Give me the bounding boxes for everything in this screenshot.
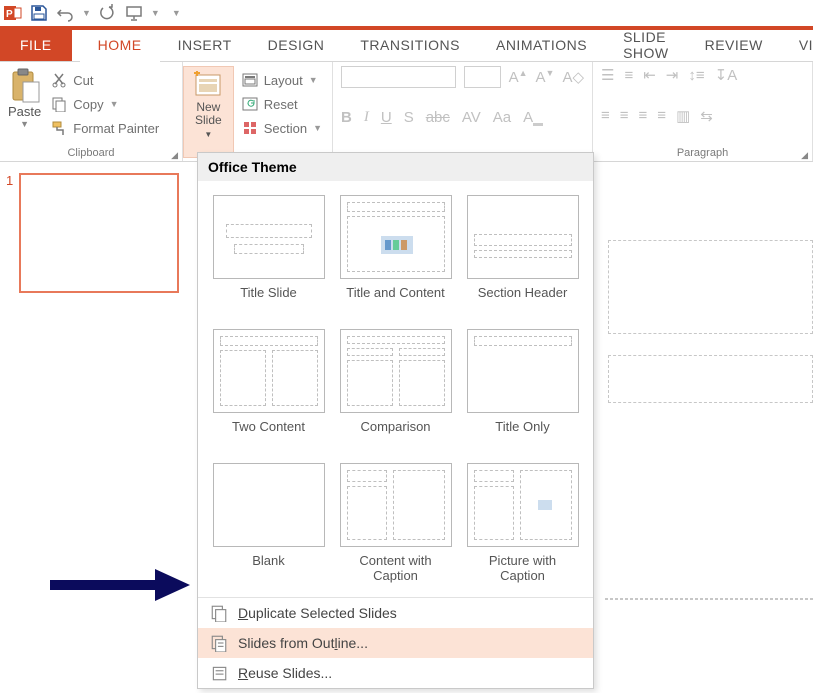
dropdown-header: Office Theme bbox=[198, 153, 593, 181]
tab-file[interactable]: FILE bbox=[0, 29, 72, 61]
duplicate-icon bbox=[210, 604, 228, 622]
copy-label: Copy bbox=[73, 97, 103, 112]
inc-indent-icon[interactable]: ⇥ bbox=[666, 66, 679, 84]
app-icon: P bbox=[4, 4, 22, 22]
group-slides: New Slide ▼ Layout▼ Reset Section▼ bbox=[183, 62, 333, 161]
group-paragraph: ☰ ≡ ⇤ ⇥ ↕≡ ↧A ≡ ≡ ≡ ≡ ▥ ⇆ Paragraph◢ bbox=[593, 62, 813, 161]
shrink-font-icon[interactable]: A▼ bbox=[536, 68, 555, 86]
shadow-button[interactable]: S bbox=[404, 109, 414, 126]
redo-icon[interactable] bbox=[99, 4, 117, 22]
slide-title-placeholder[interactable] bbox=[608, 240, 813, 334]
ribbon-tabs: FILE HOME INSERT DESIGN TRANSITIONS ANIM… bbox=[0, 30, 813, 62]
layout-gallery: Title Slide Title and Content Section He… bbox=[198, 181, 593, 597]
tab-view[interactable]: VIEW bbox=[781, 29, 813, 61]
layout-content-caption[interactable]: Content with Caption bbox=[339, 463, 452, 583]
section-label: Section bbox=[264, 121, 307, 136]
strike-button[interactable]: abc bbox=[426, 109, 450, 126]
spacing-button[interactable]: AV bbox=[462, 109, 481, 126]
new-slide-label: New Slide ▼ bbox=[190, 101, 227, 141]
slide-subtitle-placeholder[interactable] bbox=[608, 355, 813, 403]
paste-label: Paste bbox=[8, 104, 41, 119]
tab-home[interactable]: HOME bbox=[80, 29, 160, 61]
format-painter-button[interactable]: Format Painter bbox=[47, 116, 163, 140]
layout-label: Layout bbox=[264, 73, 303, 88]
layout-button[interactable]: Layout▼ bbox=[238, 68, 326, 92]
cut-label: Cut bbox=[73, 73, 93, 88]
ribbon: Paste ▼ Cut Copy ▼ Format Painter C bbox=[0, 62, 813, 162]
slides-from-outline-item[interactable]: Slides from Outline... bbox=[198, 628, 593, 658]
slide-bottom-edge bbox=[605, 598, 813, 600]
clear-format-icon[interactable]: A◇ bbox=[562, 68, 584, 86]
layout-two-content[interactable]: Two Content bbox=[212, 329, 325, 449]
thumb-preview[interactable] bbox=[19, 173, 179, 293]
reset-label: Reset bbox=[264, 97, 298, 112]
case-button[interactable]: Aa bbox=[493, 109, 511, 126]
tab-review[interactable]: REVIEW bbox=[687, 29, 781, 61]
new-slide-button[interactable]: New Slide ▼ bbox=[183, 66, 234, 158]
launcher-icon[interactable]: ◢ bbox=[801, 150, 808, 161]
outline-icon bbox=[210, 634, 228, 652]
layout-title-content[interactable]: Title and Content bbox=[339, 195, 452, 315]
tab-animations[interactable]: ANIMATIONS bbox=[478, 29, 605, 61]
save-icon[interactable] bbox=[30, 4, 48, 22]
font-name-combo[interactable] bbox=[341, 66, 456, 88]
new-slide-dropdown: Office Theme Title Slide Title and Conte… bbox=[197, 152, 594, 689]
text-direction-icon[interactable]: ↧A bbox=[715, 66, 738, 84]
thumb-number: 1 bbox=[6, 173, 13, 293]
undo-icon[interactable] bbox=[56, 4, 74, 22]
reset-button[interactable]: Reset bbox=[238, 92, 326, 116]
undo-dropdown-icon[interactable]: ▼ bbox=[82, 8, 91, 18]
numbering-icon[interactable]: ≡ bbox=[624, 67, 633, 84]
paragraph-group-label: Paragraph◢ bbox=[601, 147, 804, 161]
layout-title-slide[interactable]: Title Slide bbox=[212, 195, 325, 315]
layout-title-only[interactable]: Title Only bbox=[466, 329, 579, 449]
slide-thumb-1[interactable]: 1 bbox=[6, 173, 184, 293]
align-center-icon[interactable]: ≡ bbox=[620, 107, 629, 124]
justify-icon[interactable]: ≡ bbox=[657, 107, 666, 124]
section-button[interactable]: Section▼ bbox=[238, 116, 326, 140]
line-spacing-icon[interactable]: ↕≡ bbox=[688, 67, 704, 84]
tab-transitions[interactable]: TRANSITIONS bbox=[342, 29, 478, 61]
grow-font-icon[interactable]: A▲ bbox=[509, 68, 528, 86]
svg-text:P: P bbox=[6, 9, 13, 20]
duplicate-label: Duplicate Selected Slides bbox=[238, 605, 397, 621]
qat-customize-icon[interactable]: ▼ bbox=[172, 8, 181, 18]
layout-picture-caption[interactable]: Picture with Caption bbox=[466, 463, 579, 583]
quick-access-toolbar: P ▼ ▼ ▼ bbox=[0, 0, 813, 26]
reuse-icon bbox=[210, 664, 228, 682]
reuse-slides-item[interactable]: Reuse Slides... bbox=[198, 658, 593, 688]
align-right-icon[interactable]: ≡ bbox=[639, 107, 648, 124]
smartart-icon[interactable]: ⇆ bbox=[700, 107, 713, 125]
cut-button[interactable]: Cut bbox=[47, 68, 163, 92]
columns-icon[interactable]: ▥ bbox=[676, 107, 690, 125]
underline-button[interactable]: U bbox=[381, 109, 392, 126]
layout-section-header[interactable]: Section Header bbox=[466, 195, 579, 315]
launcher-icon[interactable]: ◢ bbox=[171, 150, 178, 161]
group-font: A▲ A▼ A◇ B I U S abc AV Aa A bbox=[333, 62, 593, 161]
reuse-label: Reuse Slides... bbox=[238, 665, 332, 681]
outline-label: Slides from Outline... bbox=[238, 635, 368, 651]
tab-insert[interactable]: INSERT bbox=[160, 29, 250, 61]
layout-blank[interactable]: Blank bbox=[212, 463, 325, 583]
font-size-combo[interactable] bbox=[464, 66, 500, 88]
present-icon[interactable] bbox=[125, 4, 143, 22]
duplicate-slides-item[interactable]: Duplicate Selected Slides bbox=[198, 598, 593, 628]
dec-indent-icon[interactable]: ⇤ bbox=[643, 66, 656, 84]
format-painter-label: Format Painter bbox=[73, 121, 159, 136]
tab-slideshow[interactable]: SLIDE SHOW bbox=[605, 29, 687, 61]
paste-button[interactable]: Paste ▼ bbox=[8, 66, 41, 140]
tab-design[interactable]: DESIGN bbox=[250, 29, 343, 61]
bold-button[interactable]: B bbox=[341, 109, 352, 126]
align-left-icon[interactable]: ≡ bbox=[601, 107, 610, 124]
present-dropdown-icon[interactable]: ▼ bbox=[151, 8, 160, 18]
font-color-button[interactable]: A bbox=[523, 109, 543, 126]
callout-arrow bbox=[40, 565, 190, 610]
bullets-icon[interactable]: ☰ bbox=[601, 66, 614, 84]
group-clipboard: Paste ▼ Cut Copy ▼ Format Painter C bbox=[0, 62, 183, 161]
clipboard-group-label: Clipboard◢ bbox=[8, 147, 174, 161]
copy-button[interactable]: Copy ▼ bbox=[47, 92, 163, 116]
thumbnail-pane[interactable]: 1 bbox=[0, 163, 190, 693]
italic-button[interactable]: I bbox=[364, 109, 369, 126]
layout-comparison[interactable]: Comparison bbox=[339, 329, 452, 449]
